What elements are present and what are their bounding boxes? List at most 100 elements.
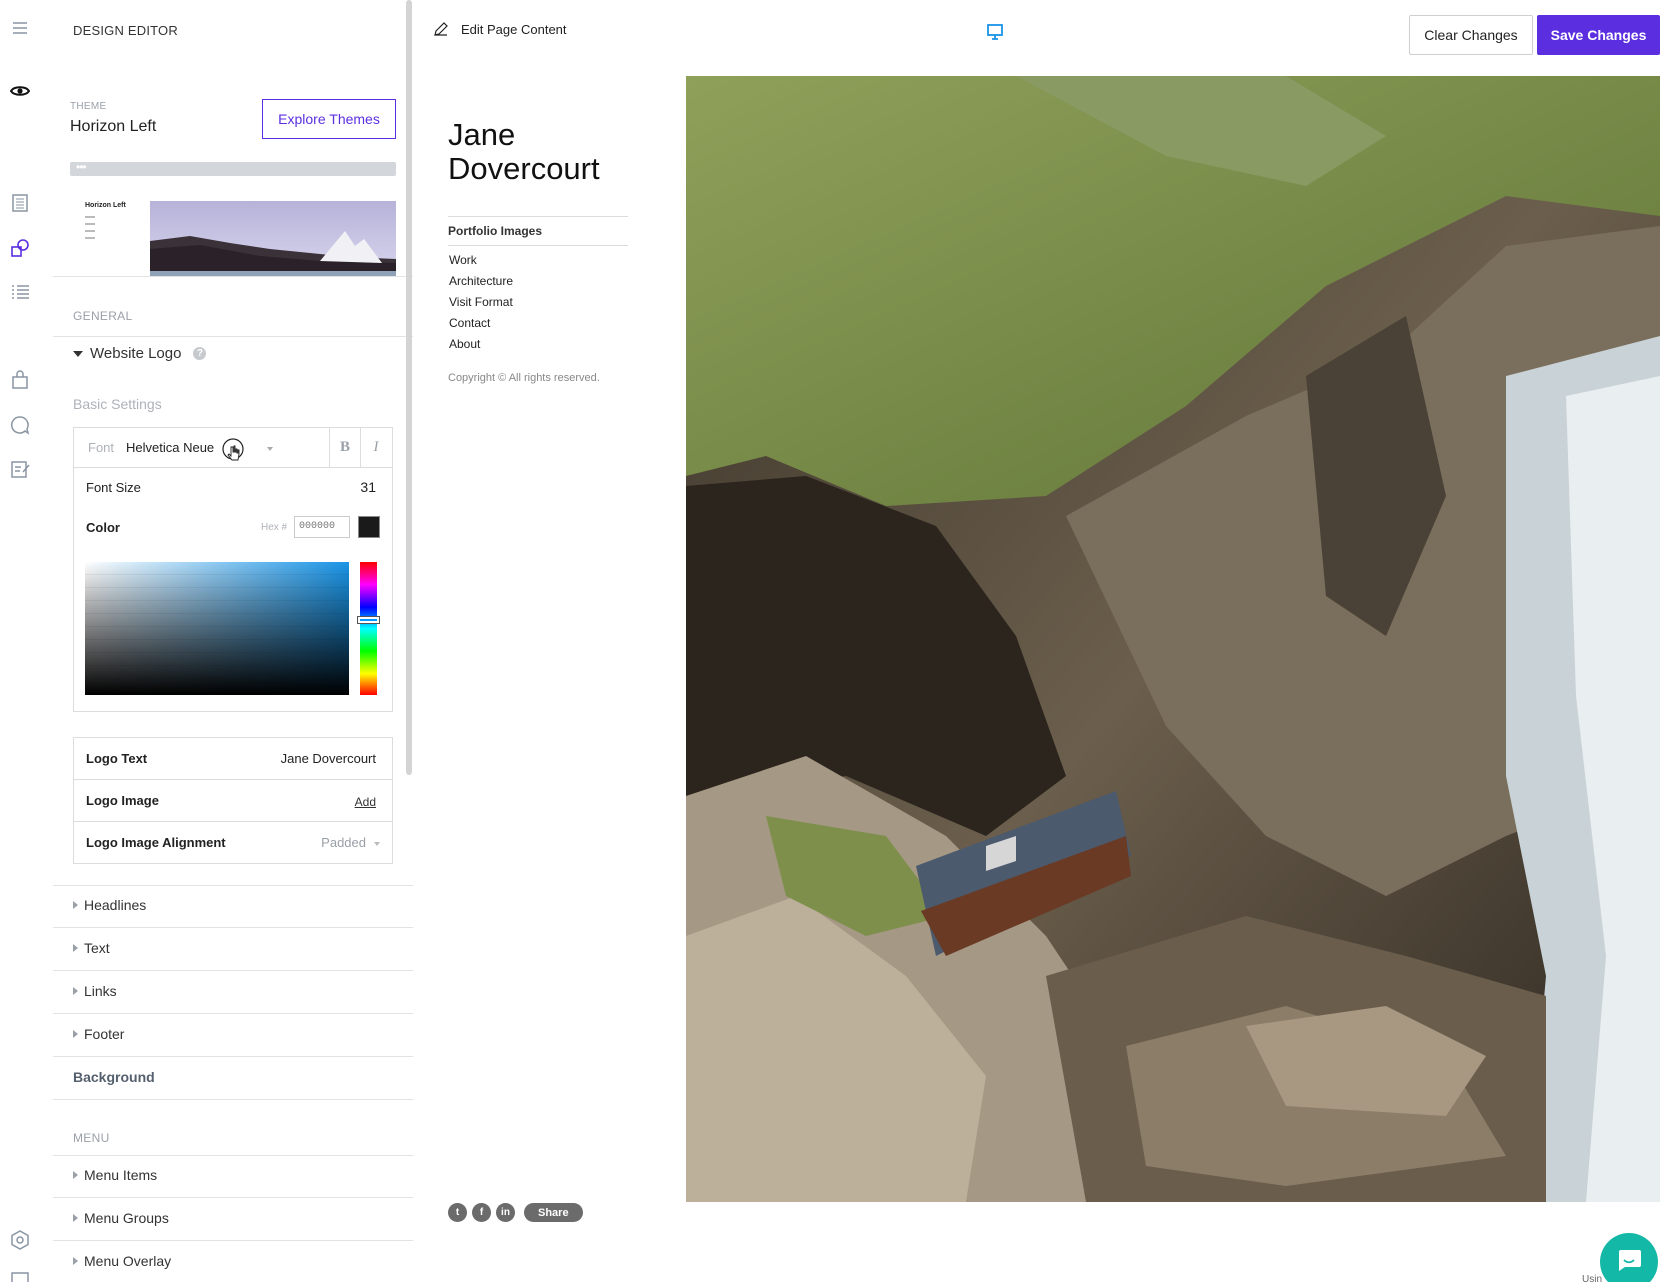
thumbnail-mountain-image [150,201,396,276]
section-background[interactable]: Background [53,1057,413,1100]
color-label: Color [86,520,120,535]
divider [53,336,413,337]
hue-slider[interactable] [358,562,379,695]
font-size-row[interactable]: Font Size 31 [74,468,392,508]
edit-page-content-button[interactable]: Edit Page Content [433,21,567,37]
section-label: Headlines [84,897,147,913]
theme-name: Horizon Left [70,118,157,135]
footer-partial-text: Usin [1582,1274,1603,1282]
thumbnail-nav-lines [85,216,95,244]
caret-right-icon [73,1214,78,1222]
logo-alignment-select[interactable]: Padded [321,835,366,850]
theme-thumbnail[interactable]: Horizon Left [70,176,396,276]
explore-themes-button[interactable]: Explore Themes [262,99,396,139]
hex-label: Hex # [261,522,288,533]
saturation-value-picker[interactable] [85,562,349,695]
caret-right-icon [73,1257,78,1265]
pencil-icon [434,22,448,36]
chat-bubble-icon[interactable] [9,414,31,436]
logo-text-value[interactable]: Jane Dovercourt [281,751,376,766]
hand-cursor-icon [222,438,244,461]
copyright-text: Copyright © All rights reserved. [448,372,600,384]
theme-label: THEME [70,101,107,112]
font-label: Font [88,440,115,455]
social-share-bar: t f in Share [448,1203,583,1222]
hex-input[interactable]: 000000 [294,516,350,538]
help-icon[interactable]: ? [193,347,207,360]
font-select[interactable]: Helvetica Neue [126,440,214,455]
save-changes-button[interactable]: Save Changes [1537,15,1660,55]
section-links[interactable]: Links [53,971,413,1014]
caret-right-icon [73,901,78,909]
font-settings-box: Font Helvetica Neue B I Font Size 31 Col… [73,427,393,712]
shapes-icon[interactable] [9,237,31,259]
section-label: Menu Groups [84,1210,169,1226]
editor-scrollbar[interactable] [406,0,412,775]
clear-changes-button[interactable]: Clear Changes [1409,15,1533,55]
nav-link-about[interactable]: About [449,337,513,358]
thumbnail-title: Horizon Left [85,202,126,209]
eye-icon[interactable] [9,80,31,102]
section-footer[interactable]: Footer [53,1014,413,1057]
hue-slider-handle[interactable] [358,617,379,623]
blog-icon[interactable] [9,458,31,480]
pages-icon[interactable] [9,192,31,214]
nav-link-work[interactable]: Work [449,253,513,274]
logo-alignment-row[interactable]: Logo Image Alignment Padded [74,822,392,864]
italic-button[interactable]: I [360,428,391,467]
color-swatch[interactable] [358,516,380,538]
color-row: Color Hex # 000000 [74,508,392,548]
logo-settings-box: Logo Text Jane Dovercourt Logo Image Add… [73,737,393,864]
font-size-label: Font Size [86,480,141,495]
section-label: Text [84,940,110,956]
site-nav: Work Architecture Visit Format Contact A… [449,253,513,358]
logo-alignment-label: Logo Image Alignment [86,835,226,850]
caret-right-icon [73,1171,78,1179]
section-label: Menu Items [84,1167,158,1183]
bold-button[interactable]: B [329,428,360,467]
section-label: Menu Overlay [84,1253,172,1269]
section-menu-groups[interactable]: Menu Groups [53,1198,413,1241]
window-dots-icon: ••• [76,160,87,174]
menu-icon[interactable] [9,17,31,39]
coastal-cliff-image [686,76,1660,1202]
list-icon[interactable] [9,280,31,302]
section-label: Background [73,1069,155,1085]
section-label: Footer [84,1026,125,1042]
general-section-label: GENERAL [73,309,133,323]
nav-group-title[interactable]: Portfolio Images [448,224,542,238]
nav-link-visit-format[interactable]: Visit Format [449,295,513,316]
caret-right-icon [73,1030,78,1038]
theme-thumbnail-bar: ••• [70,160,396,176]
logo-image-row: Logo Image Add [74,780,392,822]
hero-image[interactable] [686,76,1660,1202]
linkedin-icon[interactable]: in [496,1203,515,1222]
nav-link-architecture[interactable]: Architecture [449,274,513,295]
website-logo-label: Website Logo [90,345,182,362]
font-dropdown-caret-icon[interactable] [267,447,273,451]
store-icon[interactable] [9,369,31,391]
logo-image-add-link[interactable]: Add [355,795,376,809]
facebook-icon[interactable]: f [472,1203,491,1222]
website-logo-toggle[interactable]: Website Logo ? [73,345,207,362]
share-button[interactable]: Share [524,1203,583,1222]
chat-launcher-button[interactable] [1600,1233,1658,1282]
icon-rail [0,0,40,1282]
logo-text-row[interactable]: Logo Text Jane Dovercourt [74,738,392,780]
section-text[interactable]: Text [53,928,413,971]
section-menu-overlay[interactable]: Menu Overlay [53,1241,413,1282]
section-menu-items[interactable]: Menu Items [53,1155,413,1198]
font-size-value[interactable]: 31 [360,479,376,495]
twitter-icon[interactable]: t [448,1203,467,1222]
site-logo[interactable]: Jane Dovercourt [448,118,648,186]
layout-icon[interactable] [9,1270,31,1282]
caret-down-icon [73,350,83,357]
desktop-icon[interactable] [985,22,1005,42]
section-headlines[interactable]: Headlines [53,885,413,928]
logo-text-label: Logo Text [86,751,148,766]
nav-link-contact[interactable]: Contact [449,316,513,337]
chevron-down-icon [374,842,380,846]
caret-right-icon [73,987,78,995]
logo-image-label: Logo Image [86,793,159,808]
settings-icon[interactable] [9,1229,31,1251]
